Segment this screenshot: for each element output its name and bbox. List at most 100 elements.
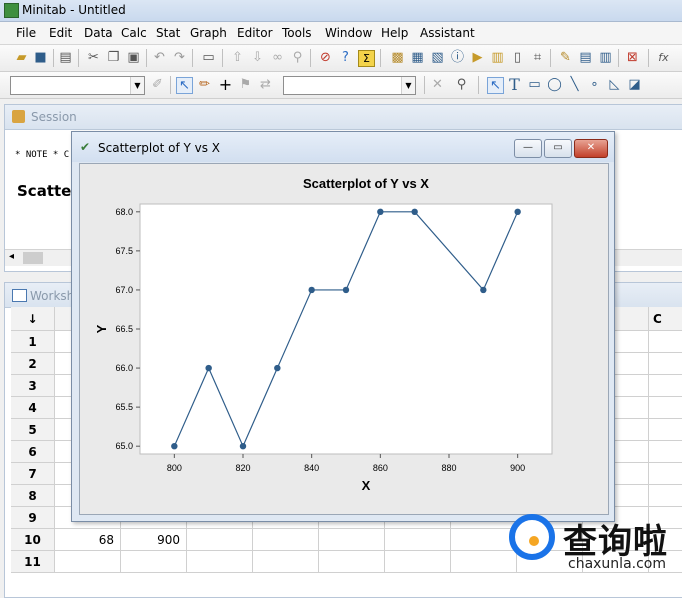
- undo-icon[interactable]: ↶: [152, 50, 167, 65]
- polygon-icon[interactable]: ◪: [627, 77, 642, 92]
- expand-icon[interactable]: ⌗: [530, 50, 545, 65]
- scroll-left-icon[interactable]: ◂: [9, 251, 14, 262]
- close-button[interactable]: ✕: [574, 139, 608, 158]
- graph-window[interactable]: ✔ Scatterplot of Y vs X — ▭ ✕ Scatterplo…: [71, 131, 615, 522]
- worksheet-cell[interactable]: [385, 551, 451, 573]
- worksheet-cell[interactable]: [649, 419, 682, 441]
- graph-element-combo[interactable]: ▼: [10, 76, 145, 95]
- restore-button[interactable]: ▭: [544, 139, 572, 158]
- up-arrow-icon[interactable]: ⇧: [230, 50, 245, 65]
- copy-icon[interactable]: ❐: [106, 50, 121, 65]
- menu-calc[interactable]: Calc: [121, 26, 147, 40]
- worksheet-cell[interactable]: [187, 529, 253, 551]
- print-icon[interactable]: ▤: [58, 50, 73, 65]
- open-icon[interactable]: ▰: [14, 50, 29, 65]
- graph-font-combo[interactable]: ▼: [283, 76, 416, 95]
- x-icon[interactable]: ✕: [430, 77, 445, 92]
- paste-icon[interactable]: ▣: [126, 50, 141, 65]
- new-page-icon[interactable]: ▯: [510, 50, 525, 65]
- text-icon[interactable]: T: [507, 77, 522, 93]
- swap-icon[interactable]: ⇄: [258, 77, 273, 92]
- minimize-button[interactable]: —: [514, 139, 542, 158]
- delete-graph-icon[interactable]: ⊠: [625, 50, 640, 65]
- graph-window-title-bar[interactable]: ✔ Scatterplot of Y vs X — ▭ ✕: [72, 132, 614, 162]
- rectangle-icon[interactable]: ▭: [527, 77, 542, 92]
- row-header[interactable]: 2: [11, 353, 55, 375]
- menu-file[interactable]: File: [16, 26, 36, 40]
- row-header[interactable]: 7: [11, 463, 55, 485]
- menu-edit[interactable]: Edit: [49, 26, 72, 40]
- menu-assistant[interactable]: Assistant: [420, 26, 475, 40]
- corner-cell[interactable]: ↓: [11, 307, 55, 331]
- report-icon[interactable]: ▶: [470, 50, 485, 65]
- worksheet-cell[interactable]: [649, 463, 682, 485]
- worksheet-cell[interactable]: [451, 529, 517, 551]
- row-header[interactable]: 9: [11, 507, 55, 529]
- row-header[interactable]: 3: [11, 375, 55, 397]
- worksheet-cell[interactable]: [451, 551, 517, 573]
- menu-editor[interactable]: Editor: [237, 26, 273, 40]
- menu-data[interactable]: Data: [84, 26, 113, 40]
- worksheet-cell[interactable]: 900: [121, 529, 187, 551]
- filter-icon[interactable]: ⚑: [238, 77, 253, 92]
- info-icon[interactable]: ⓘ: [450, 50, 465, 65]
- help-icon[interactable]: ?: [338, 50, 353, 65]
- worksheet-cell[interactable]: [649, 353, 682, 375]
- scatterplot-chart[interactable]: Scatterplot of Y vs X X Y 800 820 840 860 880 90…: [80, 164, 608, 514]
- menu-graph[interactable]: Graph: [190, 26, 227, 40]
- scroll-thumb[interactable]: [23, 252, 43, 264]
- menu-window[interactable]: Window: [325, 26, 372, 40]
- worksheet-cell[interactable]: [649, 485, 682, 507]
- pen-icon[interactable]: ✎: [558, 50, 573, 65]
- chevron-down-icon[interactable]: ▼: [401, 77, 415, 94]
- session-title-bar[interactable]: Session: [5, 105, 682, 130]
- worksheet-cell[interactable]: [319, 529, 385, 551]
- row-header[interactable]: 1: [11, 331, 55, 353]
- columns-icon[interactable]: ▥: [598, 50, 613, 65]
- polyline-icon[interactable]: ◺: [607, 77, 622, 92]
- worksheet-cell[interactable]: [385, 529, 451, 551]
- row-header[interactable]: 4: [11, 397, 55, 419]
- notepad-icon[interactable]: ▥: [490, 50, 505, 65]
- dot-icon[interactable]: ∘: [587, 77, 602, 92]
- sigma-icon[interactable]: Σ: [358, 50, 375, 67]
- worksheet-cell[interactable]: 68: [55, 529, 121, 551]
- worksheet-cell[interactable]: [649, 397, 682, 419]
- row-header[interactable]: 6: [11, 441, 55, 463]
- find-icon[interactable]: ⚲: [290, 50, 305, 65]
- search-icon[interactable]: ⚲: [454, 77, 469, 92]
- col-header-c10[interactable]: C: [649, 307, 682, 331]
- worksheet-cell[interactable]: [319, 551, 385, 573]
- cut-icon[interactable]: ✂: [86, 50, 101, 65]
- binoculars-icon[interactable]: ∞: [270, 50, 285, 65]
- worksheet-cell[interactable]: [187, 551, 253, 573]
- worksheet-cell[interactable]: [253, 529, 319, 551]
- layout-icon[interactable]: ▦: [410, 50, 425, 65]
- chevron-down-icon[interactable]: ▼: [130, 77, 144, 94]
- fx-icon[interactable]: fx: [656, 50, 671, 65]
- worksheet-cell[interactable]: [55, 551, 121, 573]
- table-icon[interactable]: ▤: [578, 50, 593, 65]
- copy-graph-icon[interactable]: ▧: [430, 50, 445, 65]
- worksheet-cell[interactable]: [253, 551, 319, 573]
- graph-frame[interactable]: Scatterplot of Y vs X X Y 800 820 840 860 880 90…: [79, 163, 609, 515]
- select-icon[interactable]: ↖: [176, 77, 193, 94]
- menu-help[interactable]: Help: [381, 26, 408, 40]
- worksheet-cell[interactable]: [649, 441, 682, 463]
- ellipse-icon[interactable]: ◯: [547, 77, 562, 92]
- down-arrow-icon[interactable]: ⇩: [250, 50, 265, 65]
- row-header[interactable]: 5: [11, 419, 55, 441]
- crosshair-icon[interactable]: +: [218, 77, 233, 93]
- session-icon[interactable]: ▭: [201, 50, 216, 65]
- menu-stat[interactable]: Stat: [156, 26, 180, 40]
- row-header[interactable]: 10: [11, 529, 55, 551]
- worksheet-cell[interactable]: [649, 375, 682, 397]
- worksheet-cell[interactable]: [121, 551, 187, 573]
- row-header[interactable]: 11: [11, 551, 55, 573]
- worksheet-cell[interactable]: [649, 331, 682, 353]
- stop-icon[interactable]: ⊘: [318, 50, 333, 65]
- row-header[interactable]: 8: [11, 485, 55, 507]
- menu-tools[interactable]: Tools: [282, 26, 312, 40]
- line-icon[interactable]: ╲: [567, 77, 582, 92]
- arrow-icon[interactable]: ↖: [487, 77, 504, 94]
